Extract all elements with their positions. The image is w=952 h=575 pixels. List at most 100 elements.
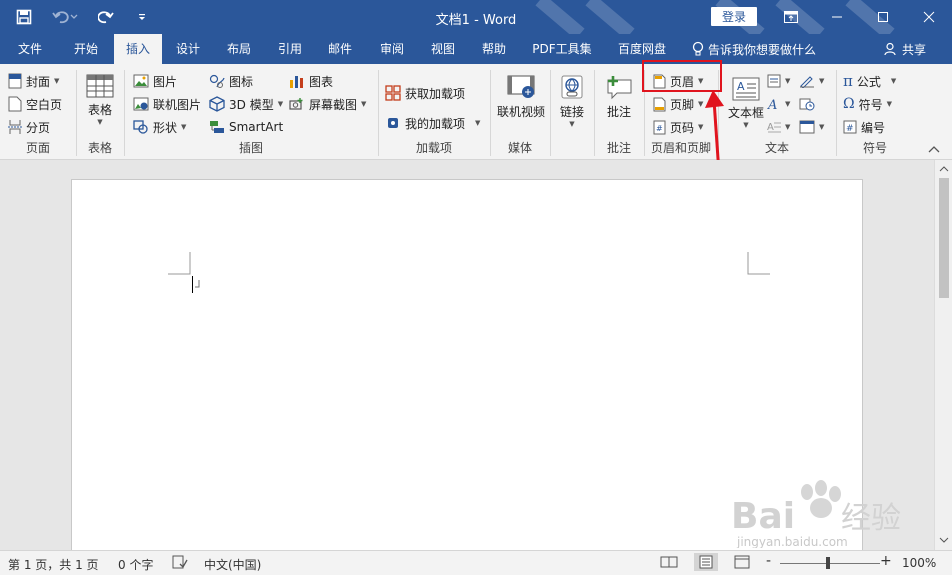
page-number-button[interactable]: # 页码 ▼ [653, 116, 703, 138]
my-addins-button[interactable]: 我的加载项 ▼ [385, 112, 480, 134]
zoom-slider-track[interactable] [780, 563, 880, 564]
tab-layout[interactable]: 布局 [214, 34, 264, 64]
video-icon [506, 74, 536, 100]
print-layout-icon[interactable] [694, 553, 718, 571]
close-icon[interactable] [906, 0, 952, 34]
group-label-comments: 批注 [606, 141, 631, 155]
page-count[interactable]: 第 1 页，共 1 页 [8, 556, 99, 573]
smartart-label: SmartArt [229, 120, 284, 134]
3d-model-button[interactable]: 3D 模型 ▼ [209, 93, 283, 115]
customize-qat-icon[interactable] [132, 7, 152, 27]
zoom-slider-thumb[interactable] [826, 557, 830, 569]
collapse-ribbon-icon[interactable] [928, 144, 940, 158]
vertical-scrollbar[interactable] [934, 160, 952, 550]
equation-button[interactable]: π 公式 ▼ [843, 70, 896, 92]
scroll-up-icon[interactable] [939, 165, 949, 173]
svg-text:#: # [846, 124, 854, 134]
minimize-icon[interactable] [814, 0, 860, 34]
word-count[interactable]: 0 个字 [118, 556, 153, 573]
tab-review[interactable]: 审阅 [368, 34, 416, 64]
undo-icon[interactable] [50, 7, 80, 27]
tab-insert[interactable]: 插入 [114, 34, 162, 64]
page-break-icon [8, 119, 22, 135]
tab-home[interactable]: 开始 [62, 34, 110, 64]
new-comment-icon [604, 74, 634, 100]
screenshot-button[interactable]: 屏幕截图 ▼ [289, 93, 366, 115]
icons-button[interactable]: 图标 [209, 70, 253, 92]
ribbon-display-options-icon[interactable] [768, 0, 814, 34]
share-label: 共享 [902, 42, 927, 57]
tab-file[interactable]: 文件 [6, 34, 54, 64]
redo-icon[interactable] [96, 7, 116, 27]
wordart-button[interactable]: A ▼ [767, 93, 790, 115]
tab-design[interactable]: 设计 [164, 34, 212, 64]
online-picture-button[interactable]: 联机图片 [133, 93, 201, 115]
proofing-icon[interactable] [172, 555, 188, 572]
quick-parts-button[interactable]: ▼ [767, 70, 790, 92]
object-button[interactable]: ▼ [799, 116, 824, 138]
tab-help[interactable]: 帮助 [470, 34, 518, 64]
cover-page-button[interactable]: 封面 ▼ [8, 70, 59, 92]
symbol-button[interactable]: Ω 符号 ▼ [843, 93, 892, 115]
comment-button[interactable]: 批注 [601, 74, 637, 120]
camera-icon [289, 97, 305, 111]
group-label-pages: 页面 [25, 141, 50, 155]
lightbulb-icon [692, 41, 704, 57]
tab-references[interactable]: 引用 [266, 34, 314, 64]
signature-line-button[interactable]: ▼ [799, 70, 824, 92]
shapes-button[interactable]: 形状 ▼ [133, 116, 186, 138]
scrollbar-thumb[interactable] [939, 178, 949, 298]
scroll-down-icon[interactable] [939, 536, 949, 544]
group-label-addins: 加载项 [415, 141, 452, 155]
chevron-down-icon: ▼ [886, 100, 893, 108]
chart-button[interactable]: 图表 [289, 70, 333, 92]
shapes-label: 形状 [153, 120, 178, 135]
wordart-icon: A [767, 97, 781, 111]
svg-text:A: A [767, 122, 774, 133]
share-button[interactable]: 共享 [884, 34, 926, 64]
chevron-down-icon: ▼ [181, 123, 187, 131]
signature-icon [799, 74, 815, 88]
save-icon[interactable] [14, 7, 34, 27]
group-addins: 获取加载项 我的加载项 ▼ 加载项 [379, 68, 489, 158]
paragraph-mark-icon [195, 280, 200, 288]
textbox-label: 文本框 [727, 106, 764, 120]
tab-pdf-tools[interactable]: PDF工具集 [526, 34, 598, 64]
date-time-button[interactable] [799, 93, 815, 115]
group-label-text: 文本 [764, 141, 789, 155]
svg-text:#: # [656, 124, 663, 133]
footer-label: 页脚 [670, 97, 695, 112]
chevron-down-icon: ▼ [819, 77, 825, 85]
online-picture-label: 联机图片 [153, 97, 202, 112]
quick-parts-icon [767, 74, 781, 88]
zoom-level[interactable]: 100% [902, 556, 936, 570]
zoom-in-button[interactable]: + [880, 553, 892, 569]
bar-chart-icon [289, 74, 305, 88]
chevron-down-icon: ▼ [819, 123, 825, 131]
numbering-button[interactable]: # 编号 [843, 116, 885, 138]
picture-button[interactable]: 图片 [133, 70, 177, 92]
online-video-button[interactable]: 联机视频 [493, 74, 549, 120]
blank-page-button[interactable]: 空白页 [8, 93, 62, 115]
login-button[interactable]: 登录 [711, 7, 757, 26]
table-button[interactable]: 表格 ▼ [83, 74, 117, 126]
group-pages: 封面 ▼ 空白页 分页 页面 [0, 68, 76, 158]
link-button[interactable]: 链接 ▼ [555, 74, 589, 128]
maximize-icon[interactable] [860, 0, 906, 34]
tab-mailings[interactable]: 邮件 [316, 34, 364, 64]
group-text: A 文本框 ▼ ▼ A ▼ A ▼ ▼ ▼ 文本 [719, 68, 835, 158]
equation-label: 公式 [856, 74, 881, 89]
language-indicator[interactable]: 中文(中国) [204, 556, 261, 573]
page-break-button[interactable]: 分页 [8, 116, 50, 138]
zoom-out-button[interactable]: - [766, 553, 771, 569]
group-symbols: π 公式 ▼ Ω 符号 ▼ # 编号 符号 [837, 68, 913, 158]
get-addins-button[interactable]: 获取加载项 [385, 82, 465, 104]
drop-cap-button[interactable]: A ▼ [767, 116, 790, 138]
omega-icon: Ω [843, 96, 855, 112]
web-layout-icon[interactable] [734, 555, 750, 572]
smartart-button[interactable]: SmartArt [209, 116, 283, 138]
read-mode-icon[interactable] [660, 555, 678, 572]
footer-button[interactable]: 页脚 ▼ [653, 93, 703, 115]
tab-view[interactable]: 视图 [418, 34, 468, 64]
person-icon [884, 42, 898, 56]
